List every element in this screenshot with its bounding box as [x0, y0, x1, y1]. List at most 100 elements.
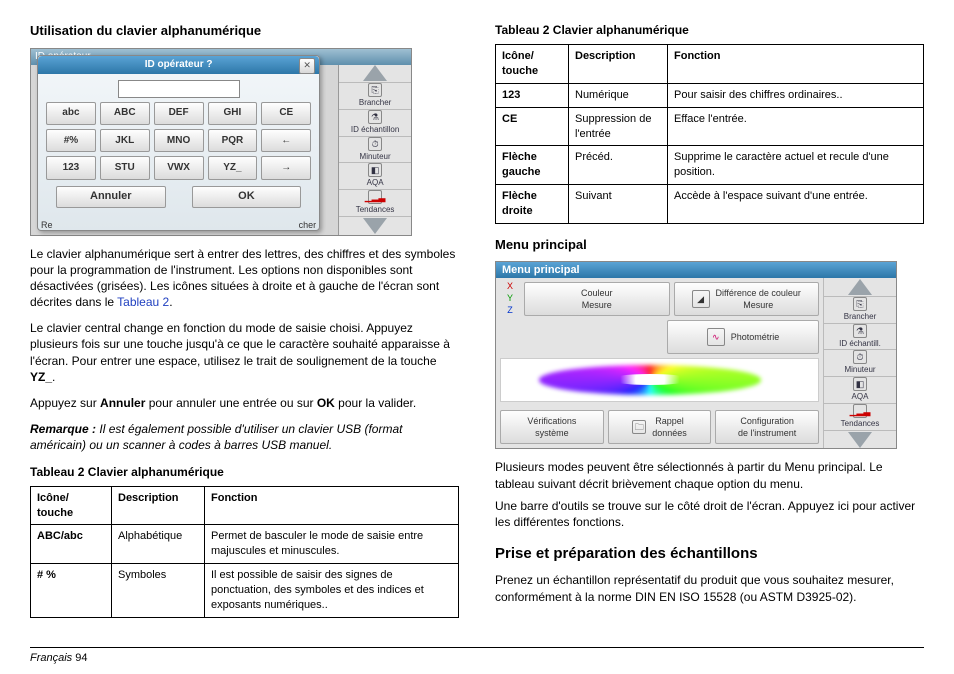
table-row: Flèche gauche Précéd. Supprime le caract… — [496, 146, 924, 185]
key-pqr[interactable]: PQR — [208, 129, 258, 152]
key-abc-upper[interactable]: ABC — [100, 102, 150, 125]
text: Le clavier alphanumérique sert à entrer … — [30, 247, 455, 310]
key-mno[interactable]: MNO — [154, 129, 204, 152]
cancel-button[interactable]: Annuler — [56, 186, 166, 208]
th-func: Fonction — [668, 45, 924, 84]
xyz-label: X Y Z — [500, 282, 520, 314]
keyboard-dialog-title: ID opérateur ? — [38, 56, 319, 74]
menu-btn-recall-data[interactable]: 🗀 Rappel données — [608, 410, 712, 444]
keyboard-dialog: ID opérateur ? ✕ abc ABC DEF GHI CE #% J… — [37, 55, 320, 231]
chart-icon: ▁▂▃ — [853, 404, 867, 418]
paragraph-keyboard-intro: Le clavier alphanumérique sert à entrer … — [30, 246, 459, 311]
sidebar-scroll-down[interactable] — [339, 217, 411, 235]
sidebar-item-connect[interactable]: ⎘Brancher — [339, 83, 411, 110]
text: pour la valider. — [335, 396, 416, 410]
keyboard-dialog-screenshot: ID opérateur ID opérateur ? ✕ abc ABC DE… — [30, 48, 412, 236]
label-line1: Vérifications — [527, 416, 576, 426]
folder-icon: 🗀 — [632, 420, 646, 434]
label-line2: données — [652, 428, 687, 438]
label-line1: Rappel — [655, 416, 684, 426]
sidebar-scroll-up[interactable] — [824, 278, 896, 297]
remark-label: Remarque : — [30, 422, 96, 436]
key-123[interactable]: 123 — [46, 156, 96, 179]
menu-btn-color-measure[interactable]: CouleurMesure — [524, 282, 670, 316]
main-menu-sidebar: ⎘Brancher ⚗ID échantill. ⏱Minuteur ◧AQA … — [823, 278, 896, 448]
cell-func: Supprime le caractère actuel et recule d… — [668, 146, 924, 185]
section-heading-sample-prep: Prise et préparation des échantillons — [495, 544, 924, 564]
sidebar-scroll-down[interactable] — [824, 431, 896, 449]
aqa-icon: ◧ — [368, 163, 382, 177]
main-menu-top-row: X Y Z CouleurMesure ◢Différence de coule… — [496, 278, 823, 320]
th-func: Fonction — [205, 486, 459, 525]
sidebar-item-label: ID échantill. — [839, 339, 881, 350]
cell-key: # % — [31, 564, 112, 618]
partial-label-right: cher — [299, 219, 317, 233]
menu-btn-instrument-config[interactable]: Configuration de l'instrument — [715, 410, 819, 444]
key-left-arrow[interactable]: ← — [261, 129, 311, 152]
cell-key: Flèche droite — [496, 185, 569, 224]
key-right-arrow[interactable]: → — [261, 156, 311, 179]
sidebar-item-timer[interactable]: ⏱Minuteur — [339, 137, 411, 164]
menu-btn-system-checks[interactable]: Vérifications système — [500, 410, 604, 444]
sidebar-item-trends[interactable]: ▁▂▃Tendances — [824, 404, 896, 431]
key-yz[interactable]: YZ_ — [208, 156, 258, 179]
main-menu-titlebar: Menu principal — [496, 262, 896, 278]
text: . — [52, 370, 55, 384]
cell-key: ABC/abc — [31, 525, 112, 564]
th-icon: Icône/ touche — [496, 45, 569, 84]
keyboard-action-row: Annuler OK — [56, 186, 301, 208]
sidebar-item-label: Minuteur — [844, 365, 875, 376]
sidebar-item-sample-id[interactable]: ⚗ID échantillon — [339, 110, 411, 137]
two-column-layout: Utilisation du clavier alphanumérique ID… — [30, 22, 924, 624]
sidebar-item-label: Brancher — [844, 312, 876, 323]
menu-btn-color-diff[interactable]: ◢Différence de couleurMesure — [674, 282, 820, 316]
link-tableau2[interactable]: Tableau 2 — [117, 295, 169, 309]
cell-func: Pour saisir des chiffres ordinaires.. — [668, 83, 924, 107]
ok-button[interactable]: OK — [192, 186, 302, 208]
sidebar-item-timer[interactable]: ⏱Minuteur — [824, 350, 896, 377]
key-ghi[interactable]: GHI — [208, 102, 258, 125]
keyboard-bottom-partial-labels: Re cher — [41, 219, 316, 233]
flask-icon: ⚗ — [853, 324, 867, 338]
sidebar-scroll-up[interactable] — [339, 65, 411, 84]
label-line1: Configuration — [740, 416, 794, 426]
cell-desc: Alphabétique — [112, 525, 205, 564]
close-icon[interactable]: ✕ — [299, 58, 315, 74]
main-menu-main-pane: X Y Z CouleurMesure ◢Différence de coule… — [496, 278, 823, 448]
key-ce[interactable]: CE — [261, 102, 311, 125]
table-row: Flèche droite Suivant Accède à l'espace … — [496, 185, 924, 224]
key-vwx[interactable]: VWX — [154, 156, 204, 179]
text: Le clavier central change en fonction du… — [30, 321, 450, 367]
sidebar-item-trends[interactable]: ▁▂▃Tendances — [339, 190, 411, 217]
cell-desc: Numérique — [569, 83, 668, 107]
label-line2: de l'instrument — [738, 428, 796, 438]
key-jkl[interactable]: JKL — [100, 129, 150, 152]
key-def[interactable]: DEF — [154, 102, 204, 125]
xyz-x: X — [507, 280, 513, 292]
text: . — [169, 295, 172, 309]
main-menu-bottom-row: Vérifications système 🗀 Rappel données Conf… — [496, 406, 823, 448]
cell-key: Flèche gauche — [496, 146, 569, 185]
xyz-y: Y — [507, 292, 513, 304]
xyz-z: Z — [507, 304, 513, 316]
color-gamut-graphic — [500, 358, 819, 402]
text: Appuyez sur — [30, 396, 100, 410]
plug-icon: ⎘ — [368, 83, 382, 97]
sidebar-item-aqa[interactable]: ◧AQA — [824, 377, 896, 404]
key-symbols[interactable]: #% — [46, 129, 96, 152]
keyboard-text-input[interactable] — [118, 80, 240, 98]
sidebar-item-connect[interactable]: ⎘Brancher — [824, 297, 896, 324]
sidebar-item-aqa[interactable]: ◧AQA — [339, 163, 411, 190]
sidebar-item-label: Brancher — [359, 98, 391, 109]
menu-btn-photometry[interactable]: ∿Photométrie — [667, 320, 819, 354]
key-stu[interactable]: STU — [100, 156, 150, 179]
sidebar-item-sample-id[interactable]: ⚗ID échantill. — [824, 324, 896, 351]
plug-icon: ⎘ — [853, 297, 867, 311]
label-line2: système — [535, 428, 569, 438]
table2-right: Icône/ touche Description Fonction 123 N… — [495, 44, 924, 224]
sidebar-item-label: ID échantillon — [351, 125, 399, 136]
partial-label-left: Re — [41, 219, 53, 233]
th-desc: Description — [569, 45, 668, 84]
keyboard-sidebar: ⎘Brancher ⚗ID échantillon ⏱Minuteur ◧AQA… — [338, 65, 411, 235]
key-abc-lower[interactable]: abc — [46, 102, 96, 125]
